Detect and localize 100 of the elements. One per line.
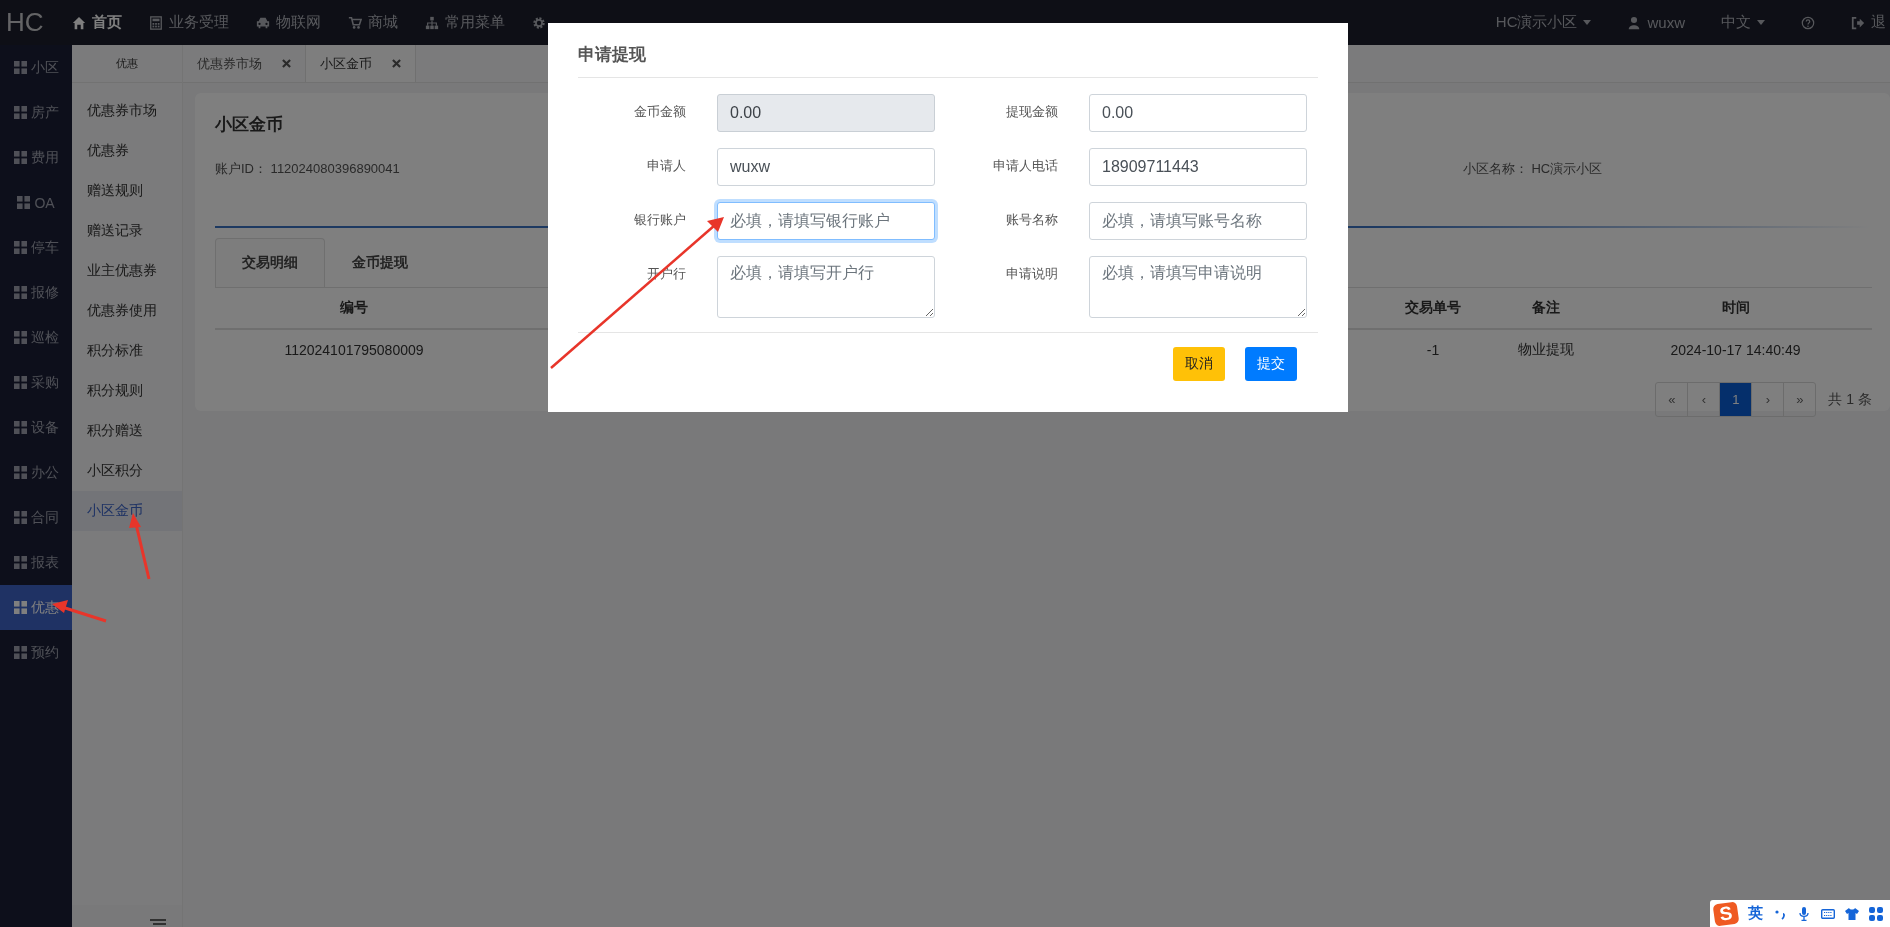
logout-link[interactable]: 退 xyxy=(1851,13,1886,32)
grid-icon xyxy=(13,421,27,434)
input-field[interactable]: 0.00 xyxy=(717,94,935,132)
sidebar-item[interactable]: 设备 xyxy=(0,405,72,450)
submenu-item[interactable]: 优惠券使用 xyxy=(72,291,182,331)
submenu-item[interactable]: 赠送记录 xyxy=(72,211,182,251)
grid-icon xyxy=(13,106,27,119)
cart-icon xyxy=(348,15,362,30)
table-cell-text: 2024-10-17 14:40:49 xyxy=(1669,342,1802,358)
sidebar-item[interactable]: 巡检 xyxy=(0,315,72,360)
sidebar-item[interactable]: OA xyxy=(0,180,72,225)
content-tab[interactable]: 交易明细 xyxy=(215,238,325,287)
sidebar-item[interactable]: 小区 xyxy=(0,45,72,90)
page-button[interactable]: › xyxy=(1752,383,1785,416)
submit-button[interactable]: 提交 xyxy=(1245,347,1297,381)
input-field[interactable]: 必填，请填写银行账户 xyxy=(717,202,935,240)
submenu-item[interactable]: 优惠券 xyxy=(72,131,182,171)
submenu-item[interactable]: 积分标准 xyxy=(72,331,182,371)
field-label: 银行账户 xyxy=(633,211,686,229)
field-label: 账号名称 xyxy=(1005,211,1058,229)
field-label: 金币金额 xyxy=(633,103,686,121)
grid-icon xyxy=(13,61,27,74)
keyboard-icon xyxy=(1821,906,1835,921)
submenu-item[interactable]: 赠送规则 xyxy=(72,171,182,211)
sidebar-item[interactable]: 报表 xyxy=(0,540,72,585)
text-area[interactable]: 必填，请填写申请说明 xyxy=(1089,256,1307,318)
column-header: 编号 xyxy=(339,299,369,317)
sidebar-item[interactable]: 预约 xyxy=(0,630,72,675)
table-cell-text: -1 xyxy=(1425,342,1441,358)
community-dropdown[interactable]: HC演示小区 xyxy=(1495,13,1592,32)
cancel-button[interactable]: 取消 xyxy=(1173,347,1225,381)
input-mode-toggle[interactable]: 英 xyxy=(1748,904,1763,923)
field-label: 申请说明 xyxy=(1005,265,1058,283)
car-icon xyxy=(256,15,270,30)
field-label: 提现金额 xyxy=(1005,103,1058,121)
submenu-item[interactable]: 积分赠送 xyxy=(72,411,182,451)
menu-icon xyxy=(150,919,166,927)
caret-icon xyxy=(1757,20,1765,25)
dialog-title: 申请提现 xyxy=(578,23,1318,78)
sidebar-item[interactable]: 房产 xyxy=(0,90,72,135)
nav-link[interactable]: 常用菜单 xyxy=(425,13,505,32)
close-icon xyxy=(282,59,291,68)
sidebar-item[interactable]: 报修 xyxy=(0,270,72,315)
submenu-item[interactable]: 业主优惠券 xyxy=(72,251,182,291)
grid-icon xyxy=(13,646,27,659)
nav-link[interactable]: 业务受理 xyxy=(149,13,229,32)
grid-icon xyxy=(13,511,27,524)
grid-icon xyxy=(13,151,27,164)
grid-icon xyxy=(13,241,27,254)
column-header: 时间 xyxy=(1720,299,1751,317)
input-field[interactable]: 18909711443 xyxy=(1089,148,1307,186)
submenu-item[interactable]: 小区积分 xyxy=(72,451,182,491)
sidebar-item[interactable]: 合同 xyxy=(0,495,72,540)
input-field[interactable]: 必填，请填写账号名称 xyxy=(1089,202,1307,240)
logout-icon xyxy=(1851,15,1865,30)
submenu-title: 优惠 xyxy=(72,45,182,83)
page-title: 小区金币 xyxy=(215,114,284,136)
table-cell-text: 112024101795080009 xyxy=(283,342,425,358)
sidebar-item[interactable]: 办公 xyxy=(0,450,72,495)
column-header: 备注 xyxy=(1531,299,1561,317)
grid-icon xyxy=(13,601,27,614)
field-label: 申请人电话 xyxy=(992,157,1058,175)
text-area[interactable]: 必填，请填写开户行 xyxy=(717,256,935,318)
page-button[interactable]: » xyxy=(1784,383,1816,416)
submenu-item[interactable]: 优惠券市场 xyxy=(72,91,182,131)
content-tab[interactable]: 金币提现 xyxy=(325,238,435,287)
submenu-item[interactable]: 积分规则 xyxy=(72,371,182,411)
user-icon xyxy=(1627,15,1642,30)
nav-link[interactable]: 首页 xyxy=(72,13,122,32)
total-count: 共 1 条 xyxy=(1828,390,1872,409)
input-field[interactable]: wuxw xyxy=(717,148,935,186)
sidebar-item[interactable]: 费用 xyxy=(0,135,72,180)
submenu-item[interactable]: 小区金币 xyxy=(72,491,182,531)
language-dropdown[interactable]: 中文 xyxy=(1721,13,1765,32)
user-menu[interactable]: wuxw xyxy=(1627,13,1685,32)
grid-icon xyxy=(13,331,27,344)
close-icon xyxy=(392,59,401,68)
caret-icon xyxy=(1583,20,1592,25)
sidebar-item[interactable]: 采购 xyxy=(0,360,72,405)
input-field[interactable]: 0.00 xyxy=(1089,94,1307,132)
sidebar-item[interactable]: 停车 xyxy=(0,225,72,270)
table-cell-text: 物业提现 xyxy=(1517,341,1575,359)
column-header: 交易单号 xyxy=(1404,299,1462,317)
community-name-text: 小区名称： HC演示小区 xyxy=(1462,160,1603,178)
grid-icon xyxy=(13,556,27,569)
ime-logo[interactable]: S xyxy=(1712,900,1740,927)
field-label: 申请人 xyxy=(646,157,686,175)
grid-icon xyxy=(13,286,27,299)
grid-icon xyxy=(13,466,27,479)
nav-link[interactable]: 商城 xyxy=(348,13,398,32)
sitemap-icon xyxy=(425,15,439,30)
account-id-text: 账户ID： 112024080396890041 xyxy=(215,160,400,178)
home-icon xyxy=(72,15,86,30)
nav-link[interactable]: 物联网 xyxy=(256,13,321,32)
page-button[interactable]: 1 xyxy=(1720,383,1753,416)
page-button[interactable]: « xyxy=(1656,383,1689,416)
grid-icon xyxy=(17,196,31,209)
logo-text: HC xyxy=(5,7,45,38)
settings-icon xyxy=(532,15,546,30)
calculator-icon xyxy=(149,15,163,30)
